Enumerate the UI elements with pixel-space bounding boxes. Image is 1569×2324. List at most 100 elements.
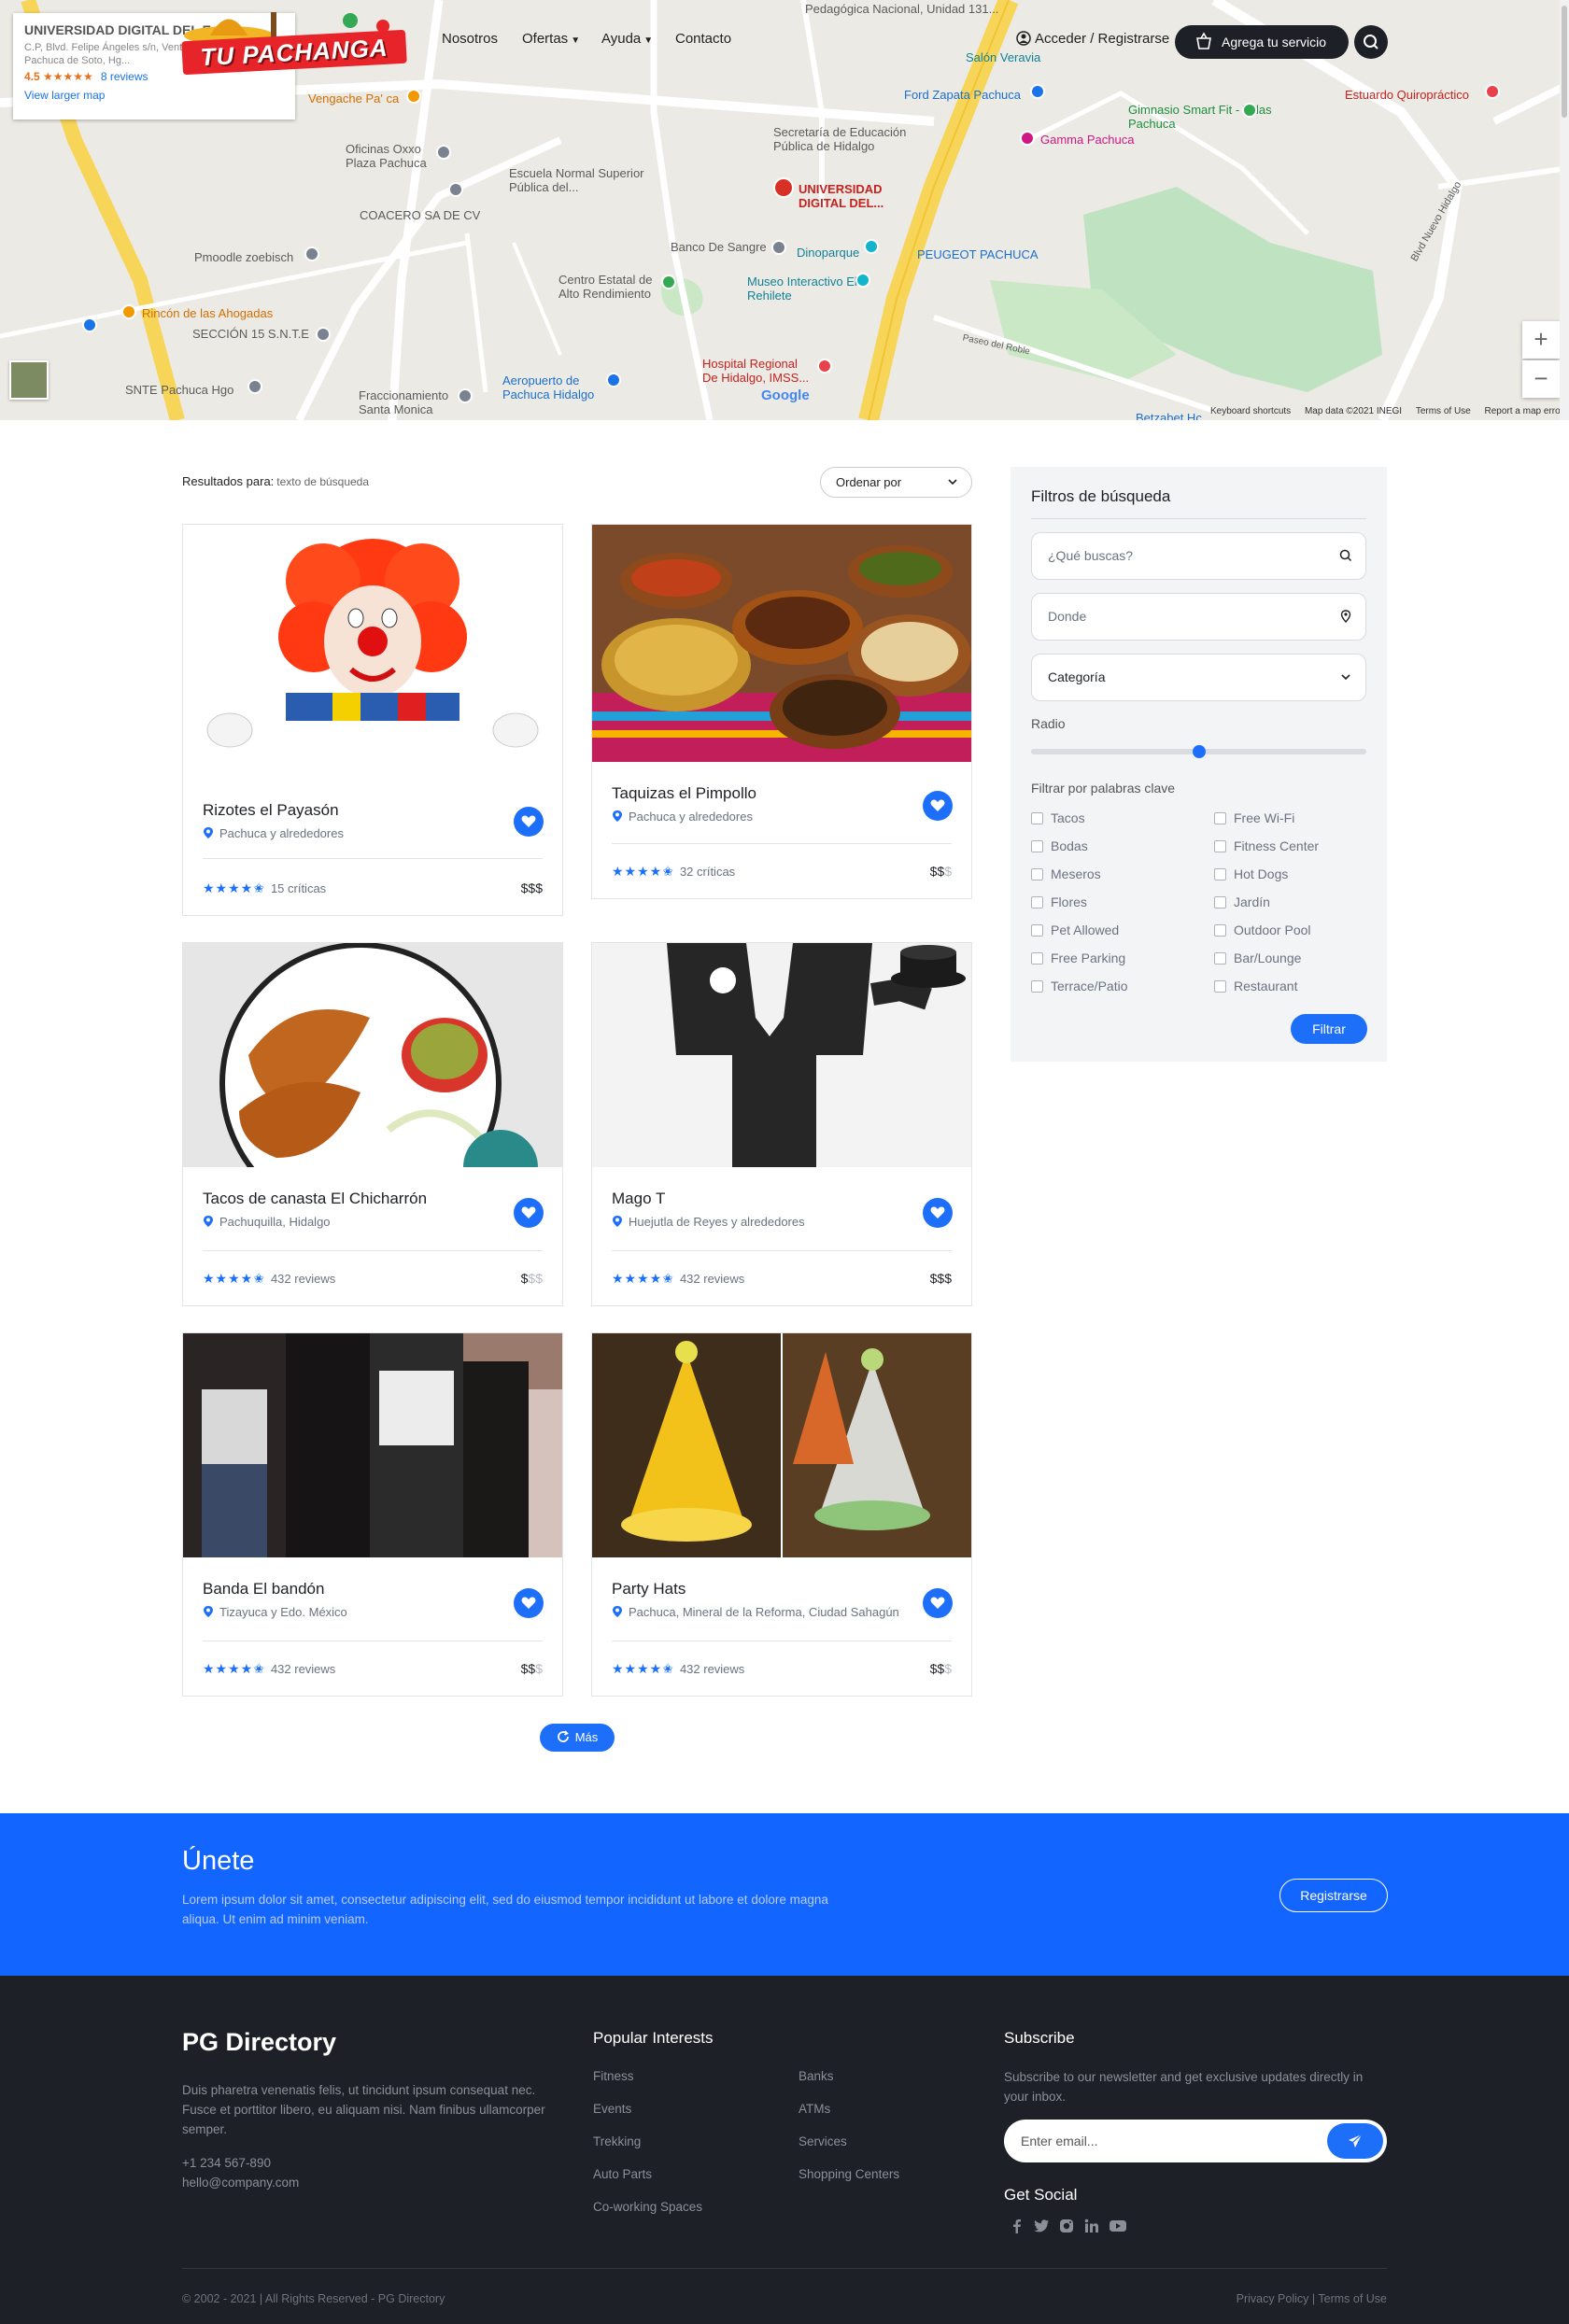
checkbox-bodas[interactable]: Bodas xyxy=(1031,838,1088,853)
listing-title[interactable]: Taquizas el Pimpollo xyxy=(612,784,756,803)
interest-link[interactable]: Events xyxy=(593,2102,631,2116)
interest-link[interactable]: Fitness xyxy=(593,2069,634,2083)
favorite-button[interactable] xyxy=(923,1198,953,1228)
interest-link[interactable]: Banks xyxy=(799,2069,834,2083)
terms-link[interactable]: Terms of Use xyxy=(1416,406,1471,416)
twitter-icon[interactable] xyxy=(1033,2218,1050,2239)
filter-submit-button[interactable]: Filtrar xyxy=(1291,1014,1367,1044)
map-pin-icon[interactable] xyxy=(121,304,136,319)
interest-link[interactable]: Trekking xyxy=(593,2134,641,2148)
checkbox-jardin[interactable]: Jardín xyxy=(1214,894,1270,909)
checkbox-pet-allowed[interactable]: Pet Allowed xyxy=(1031,923,1119,937)
favorite-button[interactable] xyxy=(514,807,544,837)
keyboard-shortcuts-link[interactable]: Keyboard shortcuts xyxy=(1210,406,1291,416)
scrollbar-thumb[interactable] xyxy=(1562,6,1567,118)
checkbox-flores[interactable]: Flores xyxy=(1031,894,1087,909)
map-pin-icon[interactable] xyxy=(1020,131,1035,146)
map-pin-icon[interactable] xyxy=(304,246,319,261)
listing-image-tacos[interactable] xyxy=(183,943,562,1167)
register-button[interactable]: Registrarse xyxy=(1279,1879,1388,1912)
listing-card[interactable]: Party Hats Pachuca, Mineral de la Reform… xyxy=(591,1332,972,1697)
checkbox-box[interactable] xyxy=(1031,980,1043,993)
listing-title[interactable]: Mago T xyxy=(612,1190,665,1208)
what-search-input[interactable]: ¿Qué buscas? xyxy=(1031,532,1366,580)
nav-contacto[interactable]: Contacto xyxy=(675,31,731,47)
reviews-count[interactable]: 432 reviews xyxy=(271,1272,335,1286)
checkbox-fitness-center[interactable]: Fitness Center xyxy=(1214,838,1319,853)
checkbox-box[interactable] xyxy=(1214,868,1226,880)
zoom-out-button[interactable]: − xyxy=(1522,360,1560,398)
map-pin-icon[interactable] xyxy=(771,240,786,255)
interest-link[interactable]: Auto Parts xyxy=(593,2167,652,2181)
listing-image-party-hats[interactable] xyxy=(592,1333,971,1557)
category-select[interactable]: Categoría xyxy=(1031,654,1366,701)
checkbox-box[interactable] xyxy=(1214,896,1226,908)
listing-title[interactable]: Party Hats xyxy=(612,1580,686,1599)
checkbox-box[interactable] xyxy=(1031,812,1043,824)
checkbox-box[interactable] xyxy=(1214,840,1226,852)
map-info-reviews[interactable]: 8 reviews xyxy=(101,70,148,83)
nav-ofertas[interactable]: Ofertas ▼ xyxy=(522,31,580,47)
satellite-toggle[interactable] xyxy=(9,360,49,400)
map-pin-icon[interactable] xyxy=(406,89,421,104)
checkbox-free-parking[interactable]: Free Parking xyxy=(1031,951,1125,965)
listing-image-band[interactable] xyxy=(183,1333,562,1557)
listing-image-clown[interactable] xyxy=(183,525,562,768)
map-pin-icon[interactable] xyxy=(606,373,621,387)
listing-image-food[interactable] xyxy=(592,525,971,762)
checkbox-outdoor-pool[interactable]: Outdoor Pool xyxy=(1214,923,1311,937)
map-pin-icon[interactable] xyxy=(1030,84,1045,99)
report-error-link[interactable]: Report a map error xyxy=(1485,406,1563,416)
listing-title[interactable]: Tacos de canasta El Chicharrón xyxy=(203,1190,427,1208)
map-pin-icon[interactable] xyxy=(436,145,451,160)
favorite-button[interactable] xyxy=(514,1198,544,1228)
map-pin-icon[interactable] xyxy=(448,182,463,197)
nav-ayuda[interactable]: Ayuda ▼ xyxy=(601,31,653,47)
map-pin-icon[interactable] xyxy=(817,359,832,373)
radius-slider[interactable] xyxy=(1031,745,1366,758)
add-service-button[interactable]: Agrega tu servicio xyxy=(1175,25,1349,59)
favorite-button[interactable] xyxy=(923,791,953,821)
nav-nosotros[interactable]: Nosotros xyxy=(442,31,498,47)
footer-email[interactable]: hello@company.com xyxy=(182,2173,299,2192)
youtube-icon[interactable] xyxy=(1109,2218,1127,2239)
checkbox-restaurant[interactable]: Restaurant xyxy=(1214,979,1297,993)
listing-card[interactable]: Taquizas el Pimpollo Pachuca y alrededor… xyxy=(591,524,972,899)
interest-link[interactable]: Co-working Spaces xyxy=(593,2200,702,2214)
listing-card[interactable]: Banda El bandón Tizayuca y Edo. México ★… xyxy=(182,1332,563,1697)
checkbox-bar-lounge[interactable]: Bar/Lounge xyxy=(1214,951,1301,965)
login-link[interactable]: Acceder / Registrarse xyxy=(1016,31,1169,47)
checkbox-free-wifi[interactable]: Free Wi-Fi xyxy=(1214,810,1294,825)
map-pin-icon[interactable] xyxy=(864,239,879,254)
checkbox-box[interactable] xyxy=(1214,952,1226,965)
load-more-button[interactable]: Más xyxy=(540,1724,615,1752)
interest-link[interactable]: ATMs xyxy=(799,2102,830,2116)
checkbox-terrace[interactable]: Terrace/Patio xyxy=(1031,979,1127,993)
universidad-pin-icon[interactable] xyxy=(773,177,794,198)
facebook-icon[interactable] xyxy=(1011,2218,1024,2239)
checkbox-box[interactable] xyxy=(1031,924,1043,937)
listing-card[interactable]: Mago T Huejutla de Reyes y alrededores ★… xyxy=(591,942,972,1306)
checkbox-tacos[interactable]: Tacos xyxy=(1031,810,1085,825)
checkbox-meseros[interactable]: Meseros xyxy=(1031,866,1101,881)
newsletter-email-input[interactable]: Enter email... xyxy=(1004,2120,1387,2162)
reviews-count[interactable]: 15 críticas xyxy=(271,881,326,895)
view-larger-map-link[interactable]: View larger map xyxy=(24,89,284,102)
map-pin-icon[interactable] xyxy=(316,327,331,342)
interest-link[interactable]: Services xyxy=(799,2134,847,2148)
instagram-icon[interactable] xyxy=(1058,2218,1075,2239)
checkbox-box[interactable] xyxy=(1214,980,1226,993)
checkbox-box[interactable] xyxy=(1031,840,1043,852)
legal-links[interactable]: Privacy Policy | Terms of Use xyxy=(1237,2292,1387,2305)
listing-card[interactable]: Rizotes el Payasón Pachuca y alrededores… xyxy=(182,524,563,916)
interest-link[interactable]: Shopping Centers xyxy=(799,2167,899,2181)
checkbox-box[interactable] xyxy=(1031,952,1043,965)
map-pin-icon[interactable] xyxy=(661,275,676,289)
favorite-button[interactable] xyxy=(923,1588,953,1618)
map-pin-icon[interactable] xyxy=(458,388,473,403)
favorite-button[interactable] xyxy=(514,1588,544,1618)
map-pin-icon[interactable] xyxy=(855,273,870,288)
listing-image-magician[interactable] xyxy=(592,943,971,1167)
reviews-count[interactable]: 432 reviews xyxy=(680,1272,744,1286)
listing-title[interactable]: Banda El bandón xyxy=(203,1580,324,1599)
